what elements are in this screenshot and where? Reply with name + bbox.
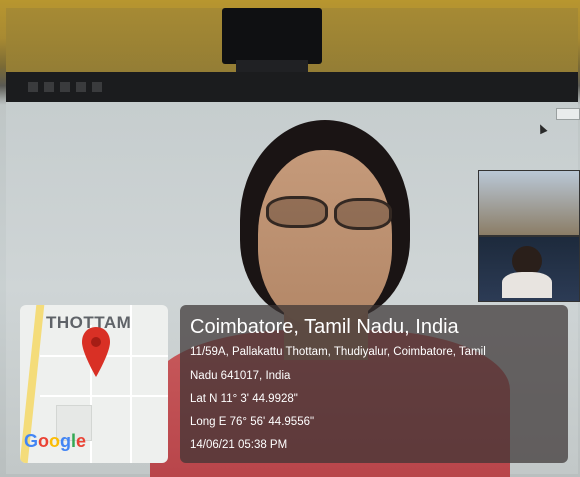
glasses-right-lens	[334, 198, 392, 230]
monitor-bezel-controls	[28, 82, 108, 92]
location-title: Coimbatore, Tamil Nadu, India	[190, 316, 459, 338]
google-logo: Google	[24, 431, 87, 451]
map-thumbnail: THOTTAM Google	[20, 305, 168, 463]
map-pin-icon	[82, 327, 110, 377]
view-button[interactable]	[556, 108, 580, 120]
webcam-icon	[222, 8, 322, 64]
speaker-face	[258, 150, 392, 326]
participant-tile-1[interactable]	[478, 170, 580, 236]
address-line-2: Nadu 641017, India	[190, 370, 291, 382]
longitude: Long E 76° 56' 44.9556"	[190, 416, 315, 428]
timestamp: 14/06/21 05:38 PM	[190, 439, 288, 451]
map-road	[40, 395, 168, 397]
glasses-left-lens	[266, 196, 328, 228]
address-line-1: 11/59A, Pallakattu Thottam, Thudiyalur, …	[190, 346, 486, 358]
participant-2-shirt	[502, 272, 552, 298]
latitude: Lat N 11° 3' 44.9928"	[190, 393, 298, 405]
